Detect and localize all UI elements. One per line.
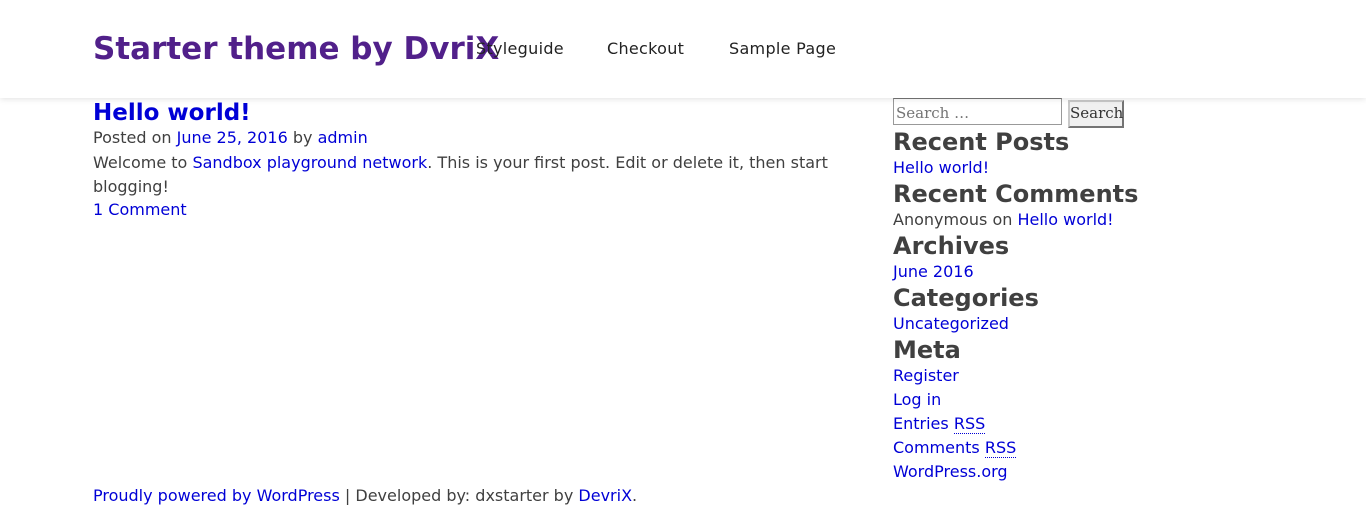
rss-abbr: RSS [984, 438, 1017, 458]
footer-separator: | [344, 486, 351, 505]
register-link[interactable]: Register [893, 365, 959, 387]
comments-label: Comments [893, 438, 980, 457]
meta-title: Meta [893, 336, 961, 364]
category-link[interactable]: Uncategorized [893, 313, 1009, 335]
search-input[interactable] [893, 98, 1062, 125]
categories-title: Categories [893, 284, 1039, 312]
archives-title: Archives [893, 232, 1010, 260]
site-footer: Proudly powered by WordPress | Developed… [93, 485, 637, 507]
recent-posts-title: Recent Posts [893, 128, 1070, 156]
nav-item-styleguide[interactable]: Styleguide [476, 38, 564, 60]
content-prefix: Welcome to [93, 153, 188, 172]
recent-comment-item: Anonymous on Hello world! [893, 209, 1114, 231]
powered-by-link[interactable]: Proudly powered by WordPress [93, 486, 340, 505]
post-meta: Posted on June 25, 2016 by admin [93, 127, 368, 149]
devrix-link[interactable]: DevriX [578, 486, 632, 505]
post-content: Welcome to Sandbox playground network. T… [93, 151, 833, 199]
recent-post-link[interactable]: Hello world! [893, 157, 989, 179]
by-label: by [292, 128, 313, 147]
comments-link[interactable]: 1 Comment [93, 199, 187, 221]
nav-item-sample-page[interactable]: Sample Page [729, 38, 836, 60]
entries-label: Entries [893, 414, 949, 433]
site-header: Starter theme by DvriX Styleguide Checko… [0, 0, 1366, 98]
login-link[interactable]: Log in [893, 389, 941, 411]
site-title-link[interactable]: Starter theme by DvriX [93, 30, 499, 68]
content-network-link[interactable]: Sandbox playground network [192, 153, 427, 172]
recent-comment-post-link[interactable]: Hello world! [1017, 210, 1113, 229]
posted-on-label: Posted on [93, 128, 172, 147]
recent-comments-title: Recent Comments [893, 180, 1139, 208]
developed-by-text: Developed by: dxstarter by [355, 486, 574, 505]
archive-link[interactable]: June 2016 [893, 261, 974, 283]
comment-author: Anonymous [893, 210, 988, 229]
post-author-link[interactable]: admin [318, 128, 368, 147]
comment-on-label: on [992, 210, 1013, 229]
entries-rss-link[interactable]: Entries RSS [893, 413, 986, 435]
comments-rss-link[interactable]: Comments RSS [893, 437, 1017, 459]
post-title-link[interactable]: Hello world! [93, 98, 251, 128]
search-button[interactable]: Search [1068, 100, 1124, 128]
rss-abbr: RSS [953, 414, 986, 434]
nav-item-checkout[interactable]: Checkout [607, 38, 684, 60]
wordpress-org-link[interactable]: WordPress.org [893, 461, 1008, 483]
footer-period: . [632, 486, 638, 505]
post-date-link[interactable]: June 25, 2016 [177, 128, 288, 147]
